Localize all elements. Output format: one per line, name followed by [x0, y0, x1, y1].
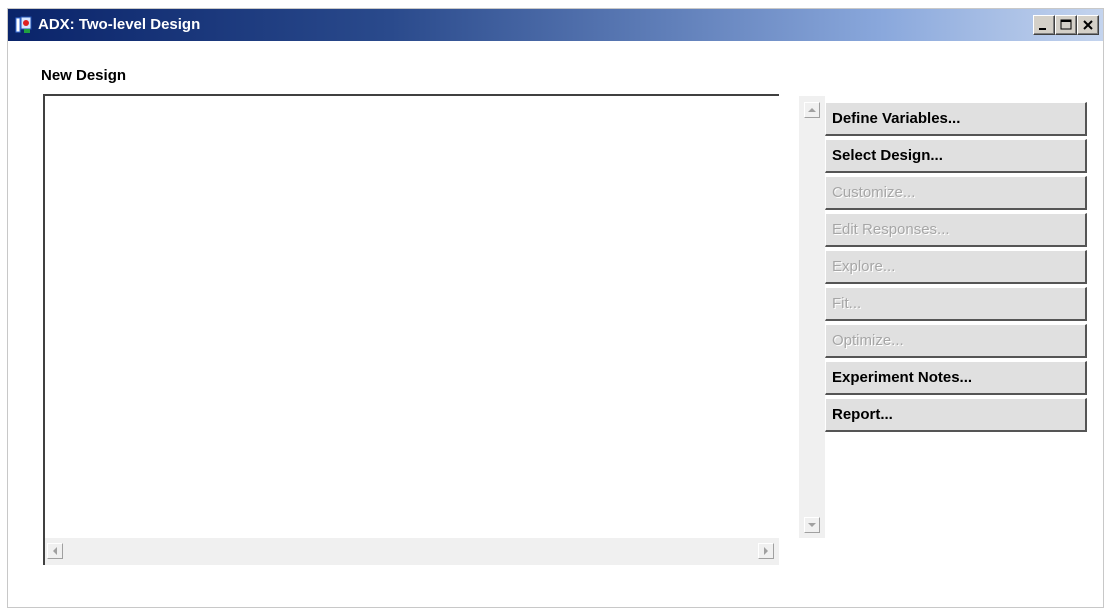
scroll-down-button[interactable]	[804, 517, 820, 533]
arrow-left-icon	[53, 547, 57, 555]
design-listbox[interactable]	[43, 94, 825, 565]
minimize-button[interactable]	[1033, 15, 1055, 35]
explore-button[interactable]: Explore...	[825, 250, 1087, 284]
report-button[interactable]: Report...	[825, 398, 1087, 432]
select-design-button[interactable]: Select Design...	[825, 139, 1087, 173]
title-bar[interactable]: ADX: Two-level Design	[8, 9, 1103, 41]
scroll-up-button[interactable]	[804, 102, 820, 118]
arrow-down-icon	[808, 523, 816, 527]
define-variables-button[interactable]: Define Variables...	[825, 102, 1087, 136]
scroll-left-button[interactable]	[47, 543, 63, 559]
horizontal-scrollbar[interactable]	[45, 538, 779, 565]
vertical-scrollbar[interactable]	[799, 96, 825, 538]
fit-button[interactable]: Fit...	[825, 287, 1087, 321]
experiment-notes-button[interactable]: Experiment Notes...	[825, 361, 1087, 395]
close-button[interactable]	[1077, 15, 1099, 35]
scroll-right-button[interactable]	[758, 543, 774, 559]
window-title: ADX: Two-level Design	[38, 16, 201, 33]
adx-window: ADX: Two-level Design New Design Define …	[7, 8, 1104, 608]
optimize-button[interactable]: Optimize...	[825, 324, 1087, 358]
maximize-icon	[1060, 19, 1072, 30]
close-icon	[1083, 20, 1093, 30]
adx-app-icon	[15, 16, 33, 34]
minimize-icon	[1039, 28, 1046, 30]
arrow-right-icon	[764, 547, 768, 555]
customize-button[interactable]: Customize...	[825, 176, 1087, 210]
edit-responses-button[interactable]: Edit Responses...	[825, 213, 1087, 247]
new-design-label: New Design	[41, 67, 127, 84]
maximize-button[interactable]	[1055, 15, 1077, 35]
arrow-up-icon	[808, 108, 816, 112]
